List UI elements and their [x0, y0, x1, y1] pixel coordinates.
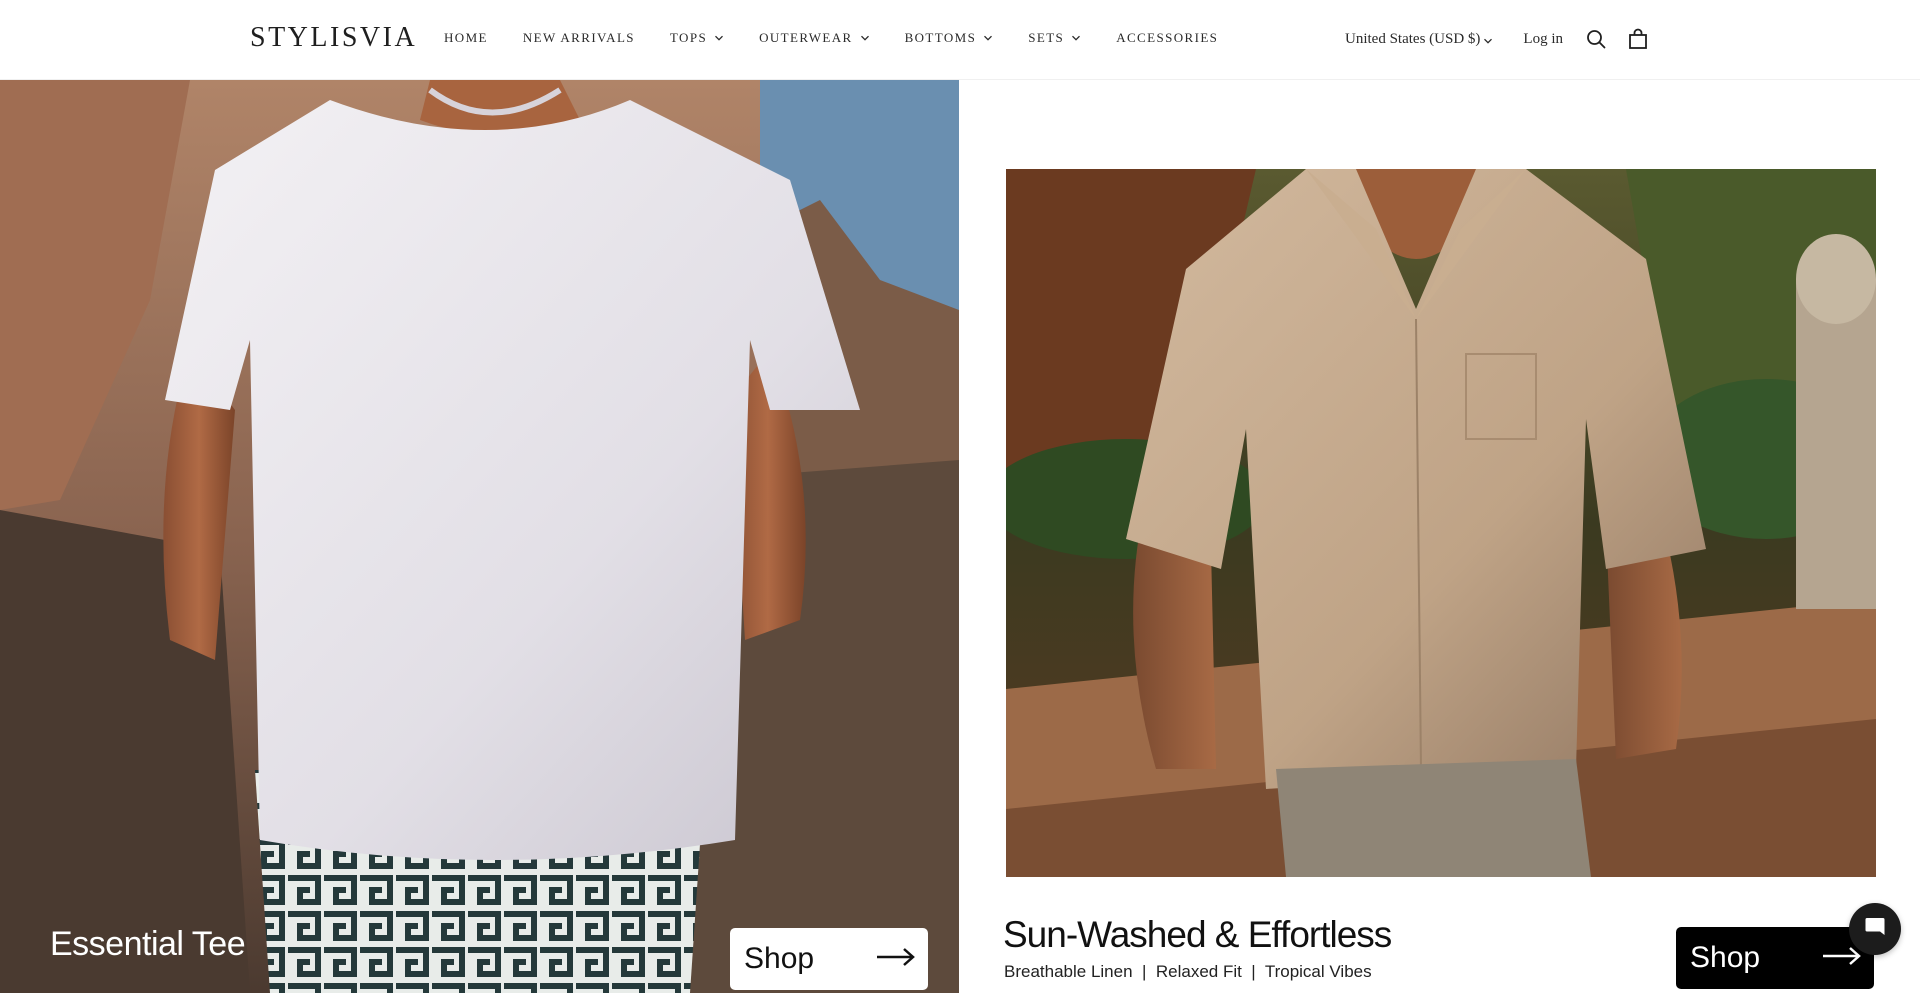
hero-photo-tee	[0, 80, 959, 993]
main-nav: HOME NEW ARRIVALS TOPS OUTERWEAR BOTTOMS…	[444, 30, 1218, 46]
shop-button-label: Shop	[744, 942, 815, 975]
nav-item-outerwear[interactable]: OUTERWEAR	[759, 30, 869, 46]
chat-button[interactable]	[1849, 903, 1901, 955]
hero-sun-washed-image[interactable]	[1006, 169, 1876, 877]
chevron-down-icon	[983, 33, 993, 43]
chevron-down-icon	[1071, 33, 1081, 43]
nav-item-label: HOME	[444, 30, 488, 45]
shop-button-sun-washed[interactable]: Shop	[1676, 927, 1874, 989]
chat-bubble-icon	[1863, 915, 1887, 944]
hero-right-title: Sun-Washed & Effortless	[1003, 914, 1392, 955]
header-actions: United States (USD $) Log in	[1345, 28, 1649, 50]
country-selector-label: United States (USD $)	[1345, 30, 1481, 47]
site-logo[interactable]: STYLISVIA	[250, 22, 417, 54]
nav-item-label: OUTERWEAR	[759, 30, 853, 45]
chevron-down-icon	[714, 33, 724, 43]
search-icon[interactable]	[1585, 28, 1607, 50]
shop-button-essential-tee[interactable]: Shop	[730, 928, 928, 990]
nav-item-home[interactable]: HOME	[444, 30, 488, 46]
nav-item-label: TOPS	[669, 30, 708, 45]
nav-item-sets[interactable]: SETS	[1028, 30, 1081, 46]
nav-item-label: NEW ARRIVALS	[522, 30, 635, 45]
nav-item-new-arrivals[interactable]: NEW ARRIVALS	[523, 30, 635, 46]
nav-item-label: BOTTOMS	[904, 30, 977, 45]
chevron-down-icon	[1483, 34, 1493, 44]
arrow-right-icon	[876, 947, 916, 972]
cart-icon[interactable]	[1627, 28, 1649, 50]
login-link[interactable]: Log in	[1523, 31, 1563, 48]
nav-item-accessories[interactable]: ACCESSORIES	[1116, 30, 1218, 46]
hero-photo-linen-shirt	[1006, 169, 1876, 877]
nav-item-tops[interactable]: TOPS	[670, 30, 724, 46]
chevron-down-icon	[860, 33, 870, 43]
hero-left-title: Essential Tee	[50, 925, 246, 963]
shop-button-label: Shop	[1690, 941, 1761, 974]
country-selector[interactable]: United States (USD $)	[1345, 31, 1493, 48]
nav-item-label: ACCESSORIES	[1116, 30, 1219, 45]
hero-essential-tee[interactable]: Essential Tee Shop	[0, 80, 959, 993]
arrow-right-icon	[1822, 946, 1862, 971]
site-header: STYLISVIA HOME NEW ARRIVALS TOPS OUTERWE…	[0, 0, 1920, 80]
hero-right-subtitle: Breathable Linen | Relaxed Fit | Tropica…	[1004, 962, 1372, 981]
nav-item-bottoms[interactable]: BOTTOMS	[905, 30, 994, 46]
nav-item-label: SETS	[1028, 30, 1065, 45]
